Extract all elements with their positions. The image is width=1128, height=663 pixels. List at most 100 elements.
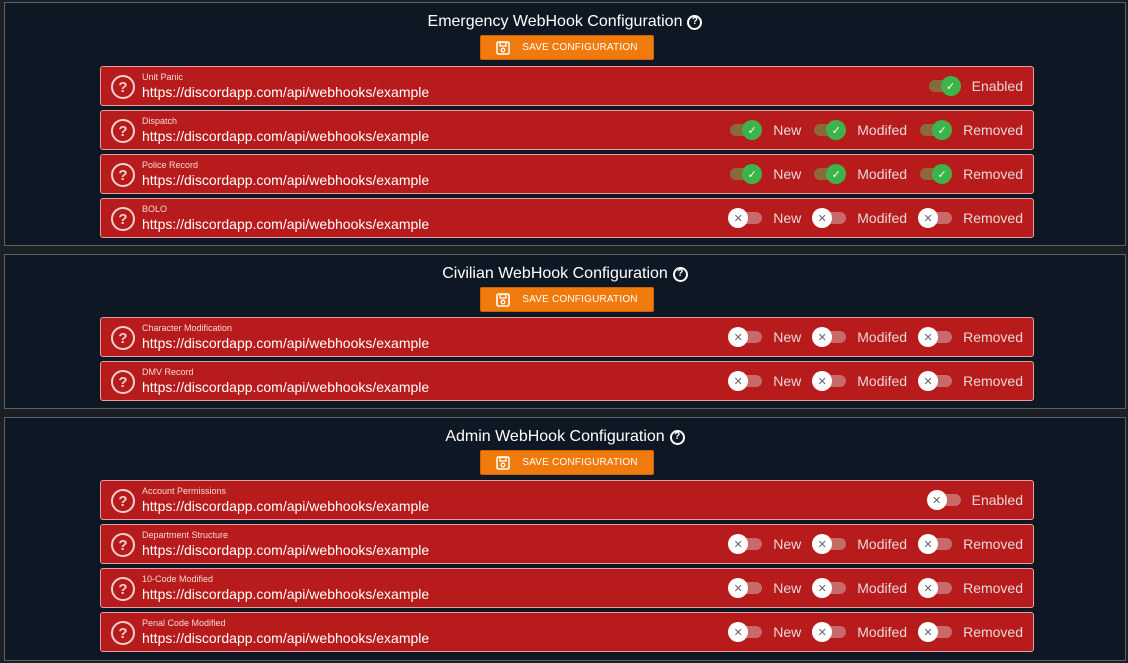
toggle-label: Removed	[963, 580, 1023, 596]
toggle-new[interactable]: ✓ New	[728, 164, 801, 184]
webhook-url-field[interactable]: https://discordapp.com/api/webhooks/exam…	[142, 586, 429, 602]
toggle-modifed[interactable]: ✕ Modifed	[812, 371, 907, 391]
toggle-removed[interactable]: ✓ Removed	[918, 120, 1023, 140]
save-configuration-button[interactable]: SAVE CONFIGURATION	[480, 287, 654, 312]
toggle-new[interactable]: ✕ New	[728, 622, 801, 642]
x-icon: ✕	[926, 490, 947, 510]
x-icon: ✕	[728, 534, 749, 554]
toggle-switch-on[interactable]: ✓	[728, 120, 763, 140]
toggle-switch-on[interactable]: ✓	[812, 164, 847, 184]
save-configuration-button[interactable]: SAVE CONFIGURATION	[480, 35, 654, 60]
check-icon: ✓	[940, 76, 961, 96]
question-circle-icon[interactable]: ?	[111, 75, 135, 99]
webhook-label: BOLO	[142, 204, 168, 214]
webhook-url-field[interactable]: https://discordapp.com/api/webhooks/exam…	[142, 128, 429, 144]
floppy-disk-icon	[496, 292, 511, 307]
x-icon: ✕	[812, 534, 833, 554]
toggle-switch-off[interactable]: ✕	[918, 208, 953, 228]
webhook-url-field[interactable]: https://discordapp.com/api/webhooks/exam…	[142, 542, 429, 558]
toggle-new[interactable]: ✓ New	[728, 120, 801, 140]
webhook-url-field[interactable]: https://discordapp.com/api/webhooks/exam…	[142, 335, 429, 351]
toggle-label: Modifed	[857, 210, 908, 226]
question-circle-icon[interactable]: ?	[111, 119, 135, 143]
toggle-new[interactable]: ✕ New	[728, 208, 801, 228]
toggle-enabled[interactable]: ✓ Enabled	[927, 76, 1023, 96]
webhook-url-field[interactable]: https://discordapp.com/api/webhooks/exam…	[142, 630, 429, 646]
toggle-switch-off[interactable]: ✕	[812, 327, 847, 347]
toggle-removed[interactable]: ✕ Removed	[918, 208, 1023, 228]
question-circle-icon[interactable]: ?	[111, 326, 135, 350]
toggle-switch-off[interactable]: ✕	[918, 534, 953, 554]
toggle-modifed[interactable]: ✓ Modifed	[812, 164, 907, 184]
toggle-removed[interactable]: ✕ Removed	[918, 327, 1023, 347]
webhook-url-field[interactable]: https://discordapp.com/api/webhooks/exam…	[142, 216, 429, 232]
toggle-switch-on[interactable]: ✓	[918, 164, 953, 184]
check-icon: ✓	[932, 164, 953, 184]
toggle-switch-off[interactable]: ✕	[926, 490, 961, 510]
toggle-switch-off[interactable]: ✕	[918, 622, 953, 642]
toggle-switch-off[interactable]: ✕	[728, 622, 763, 642]
toggle-switch-off[interactable]: ✕	[728, 208, 763, 228]
toggle-switch-off[interactable]: ✕	[812, 622, 847, 642]
x-icon: ✕	[918, 371, 939, 391]
webhook-label: Character Modification	[142, 323, 233, 333]
toggle-switch-off[interactable]: ✕	[812, 371, 847, 391]
check-icon: ✓	[742, 164, 763, 184]
toggle-new[interactable]: ✕ New	[728, 327, 801, 347]
toggle-switch-off[interactable]: ✕	[728, 371, 763, 391]
webhook-url-field[interactable]: https://discordapp.com/api/webhooks/exam…	[142, 498, 429, 514]
question-circle-icon[interactable]: ?	[111, 163, 135, 187]
toggle-new[interactable]: ✕ New	[728, 534, 801, 554]
question-circle-icon[interactable]: ?	[111, 207, 135, 231]
toggle-switch-on[interactable]: ✓	[728, 164, 763, 184]
save-configuration-button[interactable]: SAVE CONFIGURATION	[480, 450, 654, 475]
question-circle-icon[interactable]: ?	[111, 489, 135, 513]
x-icon: ✕	[812, 622, 833, 642]
toggle-switch-off[interactable]: ✕	[728, 534, 763, 554]
toggle-removed[interactable]: ✕ Removed	[918, 371, 1023, 391]
toggle-removed[interactable]: ✕ Removed	[918, 622, 1023, 642]
toggle-modifed[interactable]: ✕ Modifed	[812, 622, 907, 642]
question-circle-icon[interactable]: ?	[687, 14, 703, 30]
toggle-removed[interactable]: ✕ Removed	[918, 534, 1023, 554]
toggle-switch-off[interactable]: ✕	[812, 208, 847, 228]
question-circle-icon[interactable]: ?	[111, 533, 135, 557]
webhook-url-field[interactable]: https://discordapp.com/api/webhooks/exam…	[142, 84, 429, 100]
x-icon: ✕	[918, 327, 939, 347]
question-circle-icon[interactable]: ?	[669, 429, 685, 445]
toggle-switch-off[interactable]: ✕	[728, 578, 763, 598]
toggle-switch-off[interactable]: ✕	[918, 371, 953, 391]
toggle-switch-off[interactable]: ✕	[812, 534, 847, 554]
toggle-modifed[interactable]: ✕ Modifed	[812, 578, 907, 598]
toggle-switch-on[interactable]: ✓	[927, 76, 961, 96]
toggle-enabled[interactable]: ✕ Enabled	[926, 490, 1023, 510]
toggle-label: New	[773, 166, 802, 182]
question-circle-icon[interactable]: ?	[111, 621, 135, 645]
toggle-label: Modifed	[857, 536, 908, 552]
toggle-switch-off[interactable]: ✕	[918, 578, 953, 598]
toggle-switch-off[interactable]: ✕	[728, 327, 763, 347]
toggle-modifed[interactable]: ✕ Modifed	[812, 327, 907, 347]
toggle-switch-on[interactable]: ✓	[918, 120, 953, 140]
x-icon: ✕	[728, 327, 749, 347]
toggle-modifed[interactable]: ✓ Modifed	[812, 120, 907, 140]
toggle-modifed[interactable]: ✕ Modifed	[812, 534, 907, 554]
question-circle-icon[interactable]: ?	[111, 577, 135, 601]
toggle-label: Removed	[963, 329, 1023, 345]
toggle-switch-off[interactable]: ✕	[918, 327, 953, 347]
toggle-label: New	[773, 580, 802, 596]
webhook-url-field[interactable]: https://discordapp.com/api/webhooks/exam…	[142, 172, 429, 188]
question-circle-icon[interactable]: ?	[672, 266, 688, 282]
toggle-new[interactable]: ✕ New	[728, 578, 801, 598]
check-icon: ✓	[826, 120, 847, 140]
webhook-url-field[interactable]: https://discordapp.com/api/webhooks/exam…	[142, 379, 429, 395]
toggle-removed[interactable]: ✓ Removed	[918, 164, 1023, 184]
toggle-switch-on[interactable]: ✓	[812, 120, 847, 140]
toggle-switch-off[interactable]: ✕	[812, 578, 847, 598]
question-circle-icon[interactable]: ?	[111, 370, 135, 394]
toggle-label: New	[773, 122, 802, 138]
webhook-label: 10-Code Modified	[142, 574, 214, 584]
toggle-new[interactable]: ✕ New	[728, 371, 801, 391]
toggle-removed[interactable]: ✕ Removed	[918, 578, 1023, 598]
toggle-modifed[interactable]: ✕ Modifed	[812, 208, 907, 228]
